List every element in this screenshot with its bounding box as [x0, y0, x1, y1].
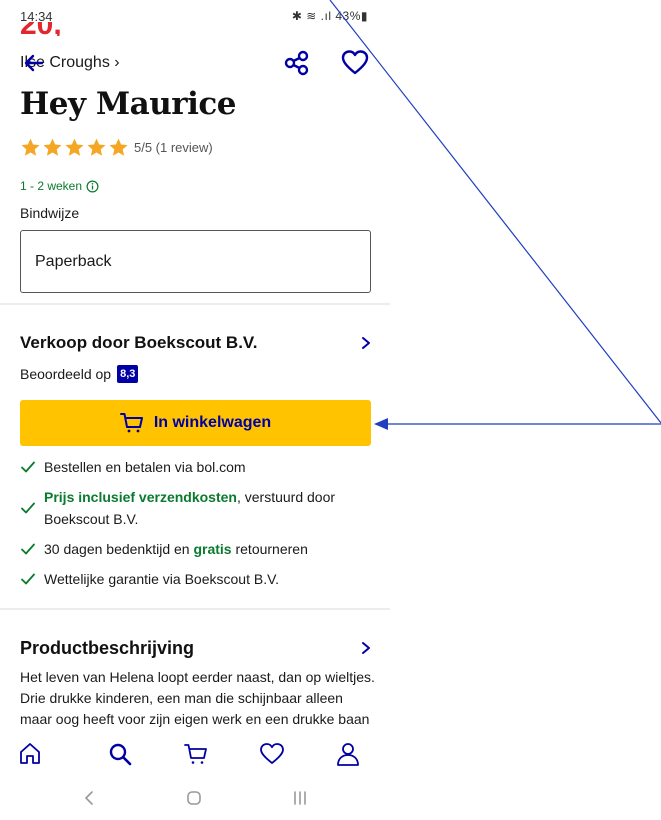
star-icon: [43, 138, 62, 156]
binding-label: Bindwijze: [20, 205, 80, 221]
check-icon: [20, 538, 36, 560]
cart-icon: [119, 413, 143, 433]
heart-icon[interactable]: [258, 740, 286, 768]
product-title: Hey Maurice: [20, 86, 236, 122]
benefit-text: 30 dagen bedenktijd en gratis retournere…: [44, 541, 308, 557]
author-chevron-icon: ›: [114, 54, 120, 71]
home-icon[interactable]: [16, 740, 44, 768]
check-icon: [20, 456, 36, 478]
arrow-left-icon[interactable]: [20, 48, 50, 78]
info-icon[interactable]: [86, 180, 99, 193]
check-icon: [20, 486, 36, 514]
check-icon: [20, 568, 36, 590]
wifi-icon: ≋: [306, 9, 317, 23]
benefit-text: Wettelijke garantie via Boekscout B.V.: [44, 571, 280, 587]
status-indicators: ✱ ≋ .ıl 43%▮: [292, 9, 368, 23]
benefit-text: Bestellen en betalen via bol.com: [44, 459, 246, 475]
binding-option-paperback[interactable]: Paperback: [20, 230, 371, 293]
bluetooth-icon: ✱: [291, 9, 303, 23]
add-to-cart-button[interactable]: In winkelwagen: [20, 400, 371, 446]
benefit-text: Prijs inclusief verzendkosten, verstuurd…: [44, 489, 336, 527]
description-title[interactable]: Productbeschrijving: [20, 638, 194, 659]
benefit-item: Wettelijke garantie via Boekscout B.V.: [20, 568, 380, 590]
binding-value: Paperback: [35, 253, 112, 270]
delivery-text: 1 - 2 weken: [20, 179, 83, 193]
chevron-right-icon[interactable]: [360, 336, 372, 350]
price-peek: 20,: [20, 22, 62, 36]
seller-rating-label: Beoordeeld op: [20, 366, 112, 382]
home-nav-icon[interactable]: [182, 786, 206, 810]
seller-score-badge: 8,3: [117, 365, 139, 383]
benefit-item: Bestellen en betalen via bol.com: [20, 456, 380, 478]
seller-rating: Beoordeeld op 8,3: [20, 365, 139, 383]
benefit-item: Prijs inclusief verzendkosten, verstuurd…: [20, 486, 380, 530]
rating-row[interactable]: 5/5 (1 review): [20, 136, 213, 158]
battery-icon: ▮: [360, 9, 368, 23]
rating-text: 5/5 (1 review): [134, 139, 213, 155]
description-text: Het leven van Helena loopt eerder naast,…: [20, 669, 375, 735]
system-nav-bar: [0, 778, 390, 820]
star-icon: [109, 138, 128, 156]
cart-icon[interactable]: [182, 740, 210, 768]
section-divider: [0, 608, 390, 610]
star-icon: [21, 138, 40, 156]
battery-level: 43%: [335, 9, 361, 23]
benefit-list: Bestellen en betalen via bol.com Prijs i…: [20, 456, 380, 598]
seller-name[interactable]: Verkoop door Boekscout B.V.: [20, 333, 257, 353]
search-icon[interactable]: [106, 740, 134, 768]
delivery-time: 1 - 2 weken: [20, 179, 99, 193]
app-screen: 14:34 ✱ ≋ .ıl 43%▮ 20, Ilse Croughs ›: [0, 0, 390, 820]
benefit-item: 30 dagen bedenktijd en gratis retournere…: [20, 538, 380, 560]
add-to-cart-label: In winkelwagen: [153, 414, 272, 431]
back-nav-icon[interactable]: [78, 786, 102, 810]
rating-stars: [20, 137, 129, 158]
top-bar: Ilse Croughs ›: [0, 48, 390, 82]
section-divider: [0, 303, 390, 305]
star-icon: [65, 138, 84, 156]
heart-icon[interactable]: [340, 48, 370, 78]
chevron-right-icon[interactable]: [360, 641, 372, 655]
bottom-tab-bar: [0, 732, 390, 778]
share-icon[interactable]: [282, 48, 312, 78]
recents-nav-icon[interactable]: [288, 786, 312, 810]
user-icon[interactable]: [334, 740, 362, 768]
signal-icon: .ıl: [320, 9, 332, 23]
star-icon: [87, 138, 106, 156]
